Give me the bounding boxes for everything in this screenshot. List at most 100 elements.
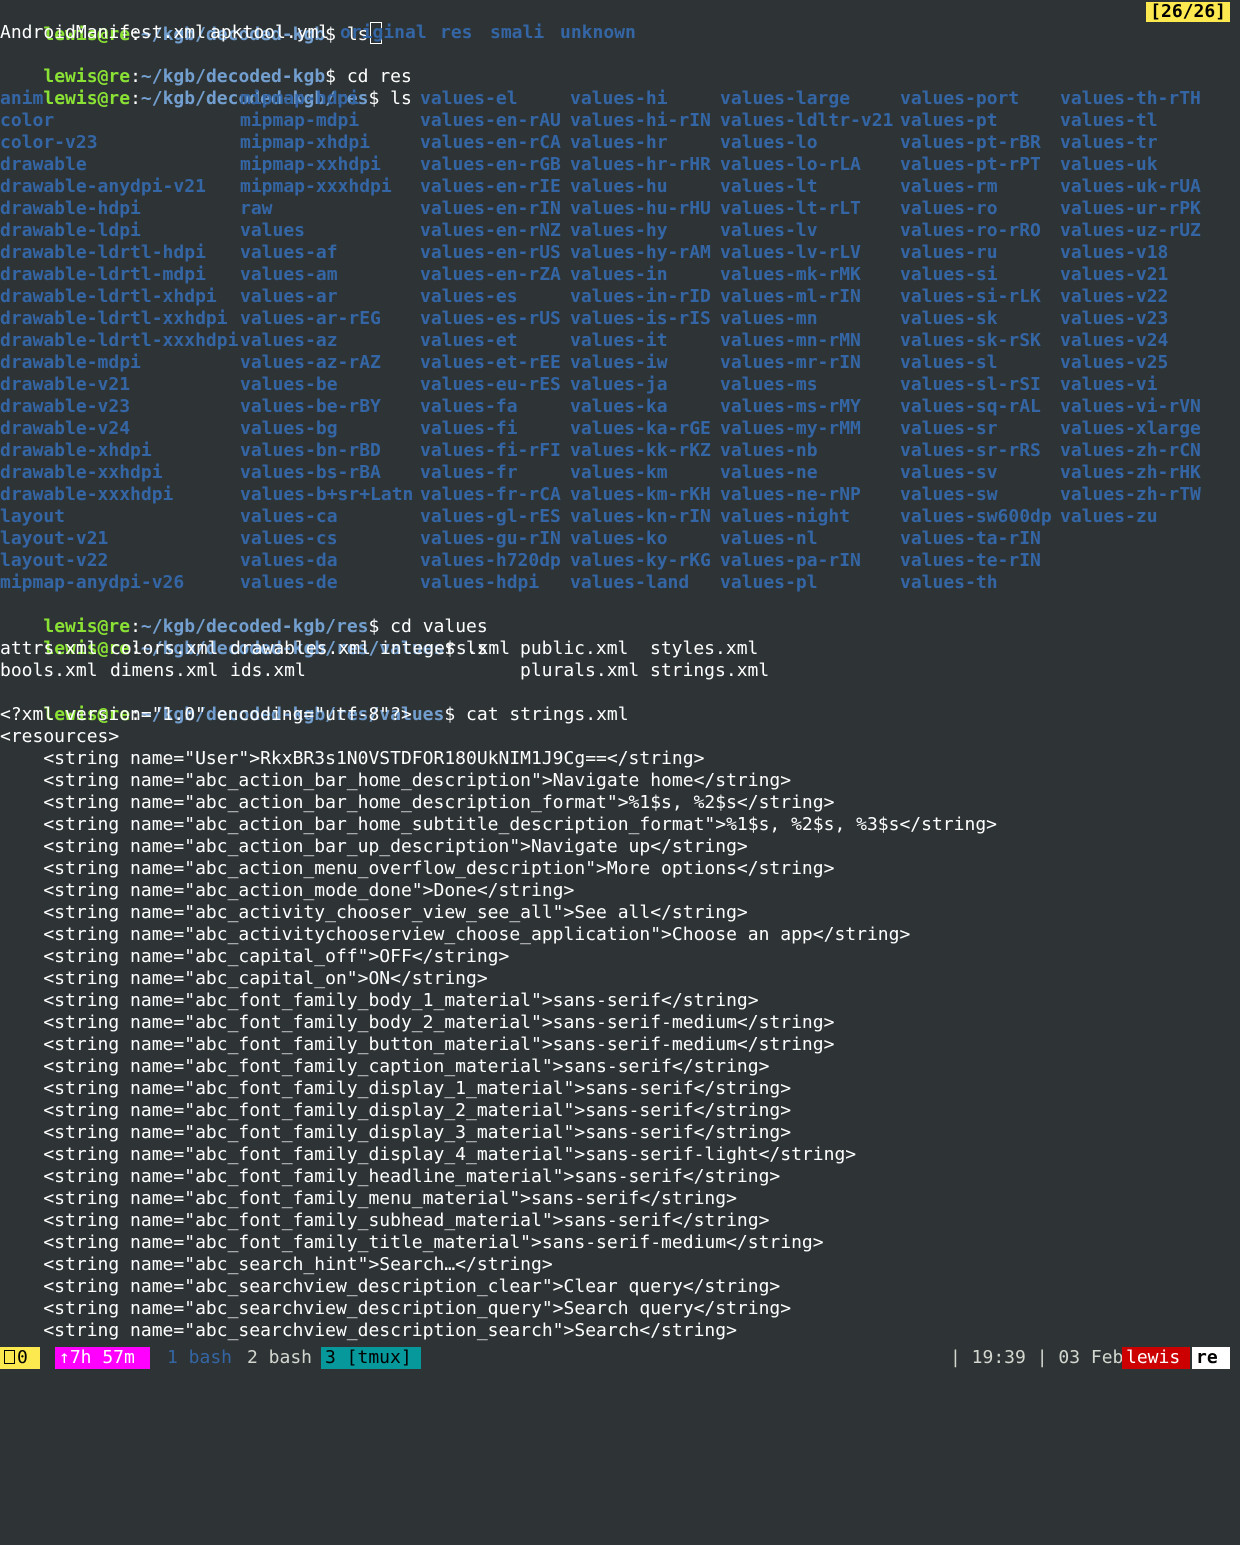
- res-listing-row: drawable-ldrtl-hdpi values-af values-en-rU…: [0, 242, 1240, 264]
- res-listing-row: layout-v21 values-cs values-gu-rIN values-k…: [0, 528, 1240, 550]
- dir-entry: values-vi: [1060, 374, 1158, 395]
- dir-entry: values-en-rIE: [420, 176, 561, 197]
- dir-entry: values-sr-rRS: [900, 440, 1041, 461]
- xml-line: <string name="abc_font_family_display_3_…: [0, 1122, 792, 1143]
- res-listing-row: drawable-xxhdpi values-bs-rBA values-fr val…: [0, 462, 1240, 484]
- dir-entry: values-el: [420, 88, 518, 109]
- dir-entry: res: [440, 22, 473, 43]
- dir-entry: values: [240, 220, 306, 241]
- clock-date: | 19:39 | 03 Feb: [950, 1347, 1135, 1368]
- res-listing-row: layout-v22 values-da values-h720dp values-k…: [0, 550, 1240, 572]
- xml-line: <string name="abc_capital_off">OFF</stri…: [0, 946, 510, 967]
- dir-entry: drawable-ldrtl-hdpi: [0, 242, 206, 263]
- terminal[interactable]: lewis@re:~/kgb/decoded-kgb$ ls [26/26] A…: [0, 0, 1240, 1347]
- res-listing-row: color-v23 mipmap-xhdpi values-en-rCA values…: [0, 132, 1240, 154]
- dir-entry: values-en-rAU: [420, 110, 561, 131]
- dir-entry: values-km: [570, 462, 668, 483]
- xml-line: <string name="abc_action_bar_home_descri…: [0, 792, 835, 813]
- dir-entry: values-sk-rSK: [900, 330, 1041, 351]
- dir-entry: values-th-rTH: [1060, 88, 1201, 109]
- dir-entry: values-gu-rIN: [420, 528, 561, 549]
- dir-entry: values-et-rEE: [420, 352, 561, 373]
- dir-entry: values-lt: [720, 176, 818, 197]
- dir-entry: values-hy-rAM: [570, 242, 711, 263]
- dir-entry: color-v23: [0, 132, 98, 153]
- window-icon: [4, 1350, 15, 1364]
- dir-entry: values-be: [240, 374, 338, 395]
- res-listing-row: drawable mipmap-xxhdpi values-en-rGB values…: [0, 154, 1240, 176]
- dir-entry: values-ja: [570, 374, 668, 395]
- dir-entry: values-iw: [570, 352, 668, 373]
- xml-line: <string name="abc_font_family_display_4_…: [0, 1144, 857, 1165]
- dir-entry: drawable-xhdpi: [0, 440, 152, 461]
- file-entry: dimens.xml: [110, 660, 219, 681]
- dir-entry: values-bn-rBD: [240, 440, 381, 461]
- xml-line: <string name="abc_font_family_title_mate…: [0, 1232, 824, 1253]
- res-listing-row: drawable-hdpi raw values-en-rIN values-hu-r…: [0, 198, 1240, 220]
- dir-entry: values-v21: [1060, 264, 1169, 285]
- dir-entry: values-hi-rIN: [570, 110, 711, 131]
- dir-entry: values-ko: [570, 528, 668, 549]
- xml-line: <string name="abc_search_hint">Search…</…: [0, 1254, 553, 1275]
- dir-entry: values-en-rGB: [420, 154, 561, 175]
- prompt-line: lewis@re:~/kgb/decoded-kgb/res$ cd value…: [0, 594, 1240, 637]
- dir-entry: values-fr-rCA: [420, 484, 561, 505]
- xml-line: <string name="abc_font_family_button_mat…: [0, 1034, 835, 1055]
- dir-entry: values-ar: [240, 286, 338, 307]
- session-badge[interactable]: 0: [0, 1347, 40, 1369]
- xml-line: <string name="abc_action_mode_done">Done…: [0, 880, 575, 901]
- dir-entry: values-pl: [720, 572, 818, 593]
- dir-entry: values-fi: [420, 418, 518, 439]
- dir-entry: values-in: [570, 264, 668, 285]
- dir-entry: values-ca: [240, 506, 338, 527]
- dir-entry: layout-v22: [0, 550, 109, 571]
- dir-entry: values-uk: [1060, 154, 1158, 175]
- res-listing-row: drawable-anydpi-v21 mipmap-xxxhdpi values-…: [0, 176, 1240, 198]
- dir-entry: values-fa: [420, 396, 518, 417]
- xml-line: <string name="abc_action_bar_home_subtit…: [0, 814, 997, 835]
- dir-entry: values-kk-rKZ: [570, 440, 711, 461]
- dir-entry: values-mn: [720, 308, 818, 329]
- xml-output: <?xml version="1.0" encoding="utf-8"?> <r…: [0, 704, 1240, 1342]
- dir-entry: values-zh-rHK: [1060, 462, 1201, 483]
- window-tab-1[interactable]: 1 bash: [163, 1347, 243, 1369]
- dir-entry: values-sq-rAL: [900, 396, 1041, 417]
- dir-entry: values-et: [420, 330, 518, 351]
- res-listing-row: drawable-v24 values-bg values-fi values-ka-…: [0, 418, 1240, 440]
- res-listing-row: drawable-v23 values-be-rBY values-fa values…: [0, 396, 1240, 418]
- dir-entry: values-mk-rMK: [720, 264, 861, 285]
- res-listing-row: drawable-mdpi values-az-rAZ values-et-rEE v…: [0, 352, 1240, 374]
- file-entry: AndroidManifest.xml: [0, 22, 206, 43]
- dir-entry: values-sv: [900, 462, 998, 483]
- dir-entry: values-mr-rIN: [720, 352, 861, 373]
- dir-entry: values-de: [240, 572, 338, 593]
- xml-line: <string name="User">RkxBR3s1N0VSTDFOR180…: [0, 748, 705, 769]
- file-entry: colors.xml: [110, 638, 219, 659]
- window-tab-2[interactable]: 2 bash: [243, 1347, 323, 1369]
- dir-entry: values-land: [570, 572, 690, 593]
- res-listing-row: drawable-ldrtl-mdpi values-am values-en-rZ…: [0, 264, 1240, 286]
- dir-entry: values-en-rZA: [420, 264, 561, 285]
- dir-entry: values-zu: [1060, 506, 1158, 527]
- dir-entry: values-km-rKH: [570, 484, 711, 505]
- dir-entry: drawable-v23: [0, 396, 131, 417]
- dir-entry: values-b+sr+Latn: [240, 484, 414, 505]
- xml-line: <string name="abc_searchview_description…: [0, 1298, 792, 1319]
- dir-entry: mipmap-xxxhdpi: [240, 176, 392, 197]
- dir-entry: values-ne-rNP: [720, 484, 861, 505]
- dir-entry: values-sw600dp: [900, 506, 1052, 527]
- xml-line: <string name="abc_action_bar_home_descri…: [0, 770, 792, 791]
- xml-line: <string name="abc_font_family_display_1_…: [0, 1078, 792, 1099]
- ls-root-output: AndroidManifest.xml apktool.yml original re…: [0, 22, 1240, 44]
- xml-line: <string name="abc_font_family_display_2_…: [0, 1100, 792, 1121]
- values-ls-row: bools.xml dimens.xml ids.xml plurals.xml str…: [0, 660, 1240, 682]
- window-tab-3-active[interactable]: 3 [tmux]: [321, 1347, 421, 1369]
- dir-entry: values-ka-rGE: [570, 418, 711, 439]
- dir-entry: values-eu-rES: [420, 374, 561, 395]
- dir-entry: values-zh-rCN: [1060, 440, 1201, 461]
- file-entry: attrs.xml: [0, 638, 98, 659]
- dir-entry: values-th: [900, 572, 998, 593]
- user-badge: lewis: [1122, 1347, 1190, 1369]
- dir-entry: values-ka: [570, 396, 668, 417]
- dir-entry: values-night: [720, 506, 851, 527]
